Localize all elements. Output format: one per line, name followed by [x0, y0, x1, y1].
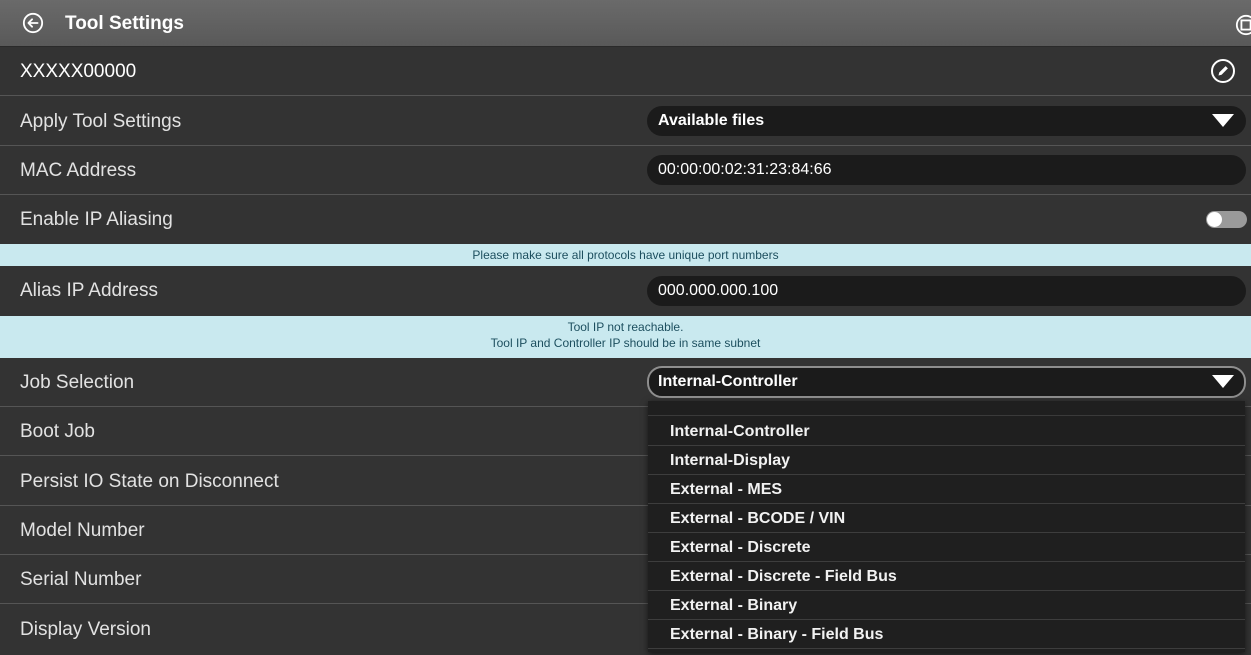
ip-aliasing-row: Enable IP Aliasing	[0, 195, 1251, 244]
job-option[interactable]: External - Binary	[648, 591, 1245, 620]
pencil-circle-icon[interactable]	[1210, 58, 1236, 84]
job-selection-label: Job Selection	[20, 372, 135, 393]
available-files-select[interactable]: Available files	[647, 106, 1246, 136]
title-bar: Tool Settings	[0, 0, 1251, 47]
apply-tool-settings-label: Apply Tool Settings	[20, 111, 182, 132]
alias-ip-label: Alias IP Address	[20, 280, 159, 301]
model-number-label: Model Number	[20, 520, 145, 541]
tool-name: XXXXX00000	[20, 61, 137, 82]
ports-warning-text: Please make sure all protocols have uniq…	[472, 248, 779, 262]
dropdown-spacer	[648, 401, 1245, 416]
reachability-warning-line2: Tool IP and Controller IP should be in s…	[490, 336, 761, 350]
job-option[interactable]: External - Discrete	[648, 533, 1245, 562]
reachability-warning-line1: Tool IP not reachable.	[567, 320, 684, 334]
exit-icon[interactable]	[1235, 14, 1251, 36]
job-option[interactable]: External - Discrete - Field Bus	[648, 562, 1245, 591]
job-option[interactable]: External - BCODE / VIN	[648, 504, 1245, 533]
boot-job-label: Boot Job	[20, 421, 95, 442]
job-option[interactable]: External - MES	[648, 475, 1245, 504]
ports-warning-banner: Please make sure all protocols have uniq…	[0, 244, 1251, 266]
display-version-label: Display Version	[20, 619, 151, 640]
ip-aliasing-toggle[interactable]	[1206, 211, 1247, 228]
job-selection-select[interactable]: Internal-Controller	[647, 366, 1246, 398]
alias-ip-value: 000.000.000.100	[658, 282, 779, 299]
tool-name-row: XXXXX00000	[0, 47, 1251, 96]
toggle-knob	[1207, 212, 1222, 227]
caret-down-icon	[1212, 375, 1234, 388]
mac-address-field[interactable]: 00:00:00:02:31:23:84:66	[647, 155, 1246, 185]
mac-address-label: MAC Address	[20, 160, 137, 181]
job-option[interactable]: Internal-Controller	[648, 417, 1245, 446]
job-selection-row: Job Selection Internal-Controller	[0, 358, 1251, 407]
alias-ip-field[interactable]: 000.000.000.100	[647, 276, 1246, 306]
mac-address-value: 00:00:00:02:31:23:84:66	[658, 161, 832, 178]
back-icon[interactable]	[22, 12, 44, 34]
job-selection-value: Internal-Controller	[658, 373, 798, 390]
reachability-warning-banner: Tool IP not reachable. Tool IP and Contr…	[0, 316, 1251, 358]
serial-number-label: Serial Number	[20, 569, 142, 590]
job-option[interactable]: Internal-Display	[648, 446, 1245, 475]
job-option[interactable]: External - Binary - Field Bus	[648, 620, 1245, 649]
persist-io-label: Persist IO State on Disconnect	[20, 471, 279, 492]
alias-ip-row: Alias IP Address 000.000.000.100	[0, 266, 1251, 316]
mac-address-row: MAC Address 00:00:00:02:31:23:84:66	[0, 146, 1251, 195]
job-selection-dropdown: Internal-Controller Internal-Display Ext…	[648, 401, 1245, 652]
ip-aliasing-label: Enable IP Aliasing	[20, 209, 173, 230]
page-title: Tool Settings	[65, 13, 184, 34]
caret-down-icon	[1212, 114, 1234, 127]
apply-tool-settings-row: Apply Tool Settings Available files	[0, 97, 1251, 146]
available-files-value: Available files	[658, 112, 765, 129]
